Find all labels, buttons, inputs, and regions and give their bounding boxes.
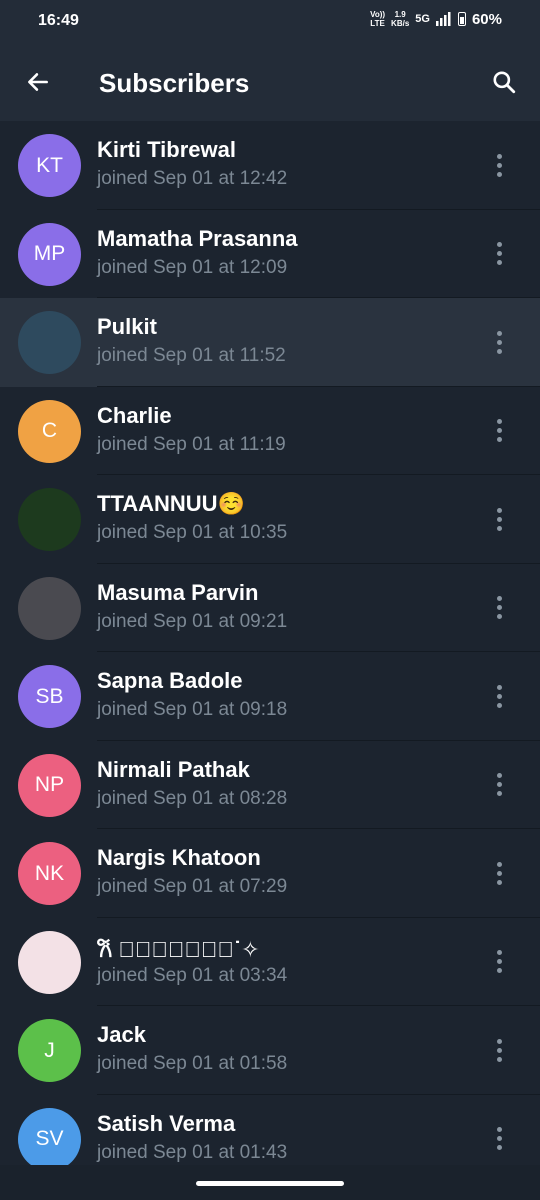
subscriber-list: KT Kirti Tibrewal joined Sep 01 at 12:42 MP…: [0, 121, 540, 1183]
more-options-icon[interactable]: [486, 238, 512, 270]
more-options-icon[interactable]: [486, 857, 512, 889]
status-bar: 16:49 Vo)) LTE 1.9 KB/s 5G 60%: [0, 0, 540, 44]
network-type: 5G: [415, 13, 430, 25]
subscriber-row[interactable]: TTAANNUU☺️ joined Sep 01 at 10:35: [0, 475, 540, 564]
subscriber-row[interactable]: C Charlie joined Sep 01 at 11:19: [0, 386, 540, 475]
avatar-photo[interactable]: [18, 576, 81, 640]
avatar[interactable]: NK: [18, 842, 81, 905]
avatar-initials: NP: [34, 773, 65, 796]
subscriber-row[interactable]: MP Mamatha Prasanna joined Sep 01 at 12:09: [0, 209, 540, 298]
joined-date: joined Sep 01 at 12:09: [97, 256, 288, 278]
navigation-bar: [0, 1165, 540, 1200]
joined-date: joined Sep 01 at 08:28: [97, 787, 288, 809]
more-options-icon[interactable]: [486, 946, 512, 978]
avatar-initials: SB: [35, 684, 64, 708]
app-bar: Subscribers: [0, 44, 540, 121]
home-indicator[interactable]: [196, 1181, 344, 1186]
subscriber-name: Kirti Tibrewal: [97, 137, 236, 162]
joined-date: joined Sep 01 at 09:21: [97, 610, 288, 632]
subscriber-row[interactable]: SB Sapna Badole joined Sep 01 at 09:18: [0, 652, 540, 741]
status-icons: Vo)) LTE 1.9 KB/s 5G 60%: [370, 10, 502, 28]
subscriber-row[interactable]: Pulkit joined Sep 01 at 11:52: [0, 298, 540, 387]
page-title: Subscribers: [99, 68, 250, 98]
joined-date: joined Sep 01 at 09:18: [97, 699, 288, 720]
avatar-initials: J: [44, 1038, 55, 1062]
more-options-icon[interactable]: [486, 592, 512, 624]
more-options-icon[interactable]: [486, 415, 512, 447]
avatar[interactable]: KT: [18, 134, 81, 197]
more-options-icon[interactable]: [486, 1123, 512, 1155]
avatar-initials: KT: [36, 153, 63, 177]
search-icon: [493, 71, 516, 94]
subscriber-name: Masuma Parvin: [97, 579, 259, 605]
subscriber-name: Sapna Badole: [97, 668, 243, 693]
network-speed: 1.9 KB/s: [391, 10, 410, 28]
avatar[interactable]: NP: [18, 753, 81, 817]
more-options-icon[interactable]: [486, 503, 512, 535]
avatar[interactable]: SB: [18, 665, 81, 728]
joined-date: joined Sep 01 at 01:58: [97, 1053, 288, 1074]
subscriber-name: TTAANNUU☺️: [97, 491, 245, 516]
status-time: 16:49: [38, 12, 79, 29]
joined-date: joined Sep 01 at 11:19: [97, 433, 286, 455]
joined-date: joined Sep 01 at 11:52: [97, 345, 286, 366]
joined-date: joined Sep 01 at 12:42: [97, 168, 288, 189]
joined-date: joined Sep 01 at 07:29: [97, 876, 288, 897]
more-options-icon[interactable]: [486, 769, 512, 801]
arrow-left-icon: [28, 73, 48, 91]
subscriber-name: Satish Verma: [97, 1110, 236, 1136]
avatar-initials: C: [41, 419, 58, 442]
avatar[interactable]: SV: [18, 1107, 81, 1171]
avatar-initials: NK: [34, 861, 65, 885]
avatar-initials: MP: [33, 242, 66, 265]
subscriber-name: Mamatha Prasanna: [97, 225, 298, 251]
subscriber-row[interactable]: 𐙚 ⃝𝙎𝙪𝙢𝙞𝙧𝙚˙✧ joined Sep 01 at 03:34: [0, 917, 540, 1006]
subscriber-name: Pulkit: [97, 314, 157, 339]
avatar[interactable]: MP: [18, 222, 81, 286]
avatar-initials: SV: [35, 1127, 64, 1150]
back-button[interactable]: [20, 64, 56, 100]
subscriber-row[interactable]: J Jack joined Sep 01 at 01:58: [0, 1006, 540, 1095]
subscriber-name: Nirmali Pathak: [97, 756, 250, 782]
more-options-icon[interactable]: [486, 680, 512, 712]
more-options-icon[interactable]: [486, 326, 512, 358]
avatar[interactable]: C: [18, 399, 81, 463]
volte-indicator: Vo)) LTE: [370, 10, 386, 28]
more-options-icon[interactable]: [486, 1034, 512, 1066]
avatar-photo[interactable]: [18, 930, 81, 994]
more-options-icon[interactable]: [486, 149, 512, 181]
joined-date: joined Sep 01 at 03:34: [97, 964, 288, 986]
battery-icon: [457, 12, 466, 26]
signal-icon: [435, 12, 451, 26]
avatar-photo[interactable]: [18, 311, 81, 374]
battery-percent: 60%: [471, 10, 502, 28]
subscriber-name: 𐙚 ⃝𝙎𝙪𝙢𝙞𝙧𝙚˙✧: [97, 936, 260, 962]
search-button[interactable]: [486, 64, 522, 100]
joined-date: joined Sep 01 at 01:43: [97, 1141, 288, 1163]
subscriber-name: Charlie: [97, 402, 172, 428]
avatar-photo[interactable]: [18, 488, 81, 551]
subscriber-name: Nargis Khatoon: [97, 845, 261, 870]
subscriber-row[interactable]: NK Nargis Khatoon joined Sep 01 at 07:29: [0, 829, 540, 918]
joined-date: joined Sep 01 at 10:35: [97, 522, 288, 543]
subscriber-row[interactable]: KT Kirti Tibrewal joined Sep 01 at 12:42: [0, 121, 540, 210]
subscriber-row[interactable]: Masuma Parvin joined Sep 01 at 09:21: [0, 563, 540, 652]
avatar[interactable]: J: [18, 1019, 81, 1082]
subscriber-name: Jack: [97, 1022, 146, 1047]
subscriber-row[interactable]: NP Nirmali Pathak joined Sep 01 at 08:28: [0, 740, 540, 829]
